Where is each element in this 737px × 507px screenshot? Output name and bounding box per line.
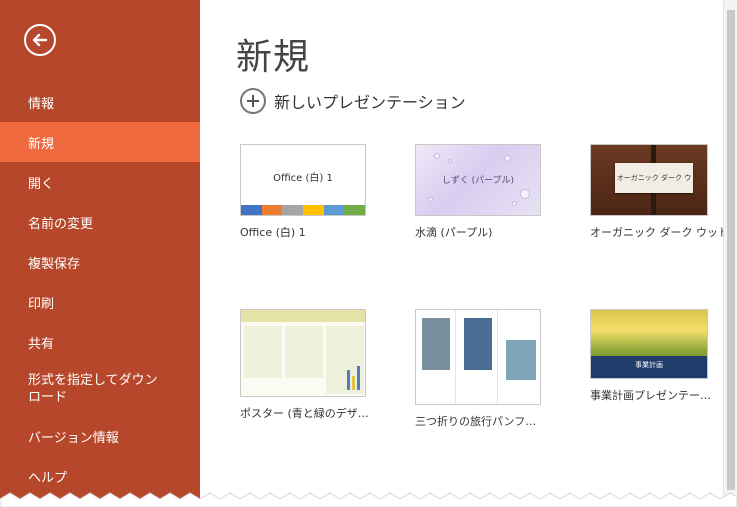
sidebar-item-label: 名前の変更 <box>28 216 94 232</box>
sidebar-item-open[interactable]: 開く <box>0 162 200 202</box>
plus-circle-icon <box>240 88 266 114</box>
template-poster[interactable]: ポスター (青と緑のデザ… <box>240 309 390 421</box>
template-droplet-purple[interactable]: しずく (パープル) 水滴 (パープル) <box>415 144 565 240</box>
template-name: 三つ折りの旅行パンフ… <box>415 415 537 428</box>
sidebar-item-label: 開く <box>28 176 55 192</box>
sidebar-item-label: 情報 <box>28 96 55 112</box>
new-presentation-button[interactable]: 新しいプレゼンテーション <box>240 88 466 114</box>
template-office-white[interactable]: Office (白) 1 Office (白) 1 <box>240 144 390 240</box>
sidebar-item-rename[interactable]: 名前の変更 <box>0 202 200 242</box>
sidebar-item-print[interactable]: 印刷 <box>0 282 200 322</box>
template-thumbnail: しずく (パープル) <box>415 144 541 216</box>
sidebar-item-label: 共有 <box>28 336 55 352</box>
template-thumbnail: Office (白) 1 <box>240 144 366 216</box>
template-name: ポスター (青と緑のデザ… <box>240 407 369 420</box>
torn-edge-decoration <box>0 492 737 507</box>
template-name: オーガニック ダーク ウッド <box>590 226 729 239</box>
back-button[interactable] <box>24 24 56 56</box>
template-organic-dark-wood[interactable]: オーガニック ダーク ウッド オーガニック ダーク ウッド <box>590 144 737 240</box>
thumbnail-title: 事業計画 <box>635 361 663 369</box>
page-title: 新規 <box>236 37 311 78</box>
sidebar-item-label: 複製保存 <box>28 256 81 272</box>
scrollbar[interactable] <box>723 0 737 507</box>
template-thumbnail: 事業計画 <box>590 309 708 379</box>
sidebar-item-label-line2: ロード <box>28 390 68 405</box>
sidebar-item-label: 形式を指定してダウン ロード <box>28 372 158 406</box>
thumbnail-title: Office (白) 1 <box>273 173 333 184</box>
thumbnail-title: しずく (パープル) <box>441 176 515 186</box>
template-name: Office (白) 1 <box>240 226 306 239</box>
color-stripes <box>241 205 365 215</box>
scrollbar-thumb[interactable] <box>727 10 735 490</box>
sidebar-item-version-info[interactable]: バージョン情報 <box>0 416 200 456</box>
template-name: 水滴 (パープル) <box>415 226 493 239</box>
template-business-plan[interactable]: 事業計画 事業計画プレゼンテー… <box>590 309 737 403</box>
template-thumbnail <box>240 309 366 397</box>
sidebar-item-new[interactable]: 新規 <box>0 122 200 162</box>
sidebar-item-info[interactable]: 情報 <box>0 82 200 122</box>
sidebar-item-label: ヘルプ <box>28 470 68 486</box>
main-content: 新規 新しいプレゼンテーション Office (白) 1 Office (白) … <box>200 0 737 507</box>
sidebar-item-label: バージョン情報 <box>28 430 119 446</box>
template-trifold-brochure[interactable]: 三つ折りの旅行パンフ… <box>415 309 565 429</box>
back-arrow-icon <box>32 33 48 47</box>
sidebar-item-save-copy[interactable]: 複製保存 <box>0 242 200 282</box>
sidebar-item-label-line1: 形式を指定してダウン <box>28 373 158 388</box>
sidebar-item-download-as[interactable]: 形式を指定してダウン ロード <box>0 362 200 416</box>
template-thumbnail <box>415 309 541 405</box>
thumbnail-title: オーガニック ダーク ウッド <box>616 174 692 212</box>
sidebar-item-help[interactable]: ヘルプ <box>0 456 200 496</box>
sidebar-item-label: 新規 <box>28 136 55 152</box>
sidebar-nav: 情報 新規 開く 名前の変更 複製保存 印刷 共有 形式を指定してダウン ロード… <box>0 82 200 496</box>
sidebar: 情報 新規 開く 名前の変更 複製保存 印刷 共有 形式を指定してダウン ロード… <box>0 0 200 507</box>
sidebar-item-label: 印刷 <box>28 296 55 312</box>
new-presentation-label: 新しいプレゼンテーション <box>274 93 466 112</box>
template-name: 事業計画プレゼンテー… <box>590 389 711 402</box>
sidebar-item-share[interactable]: 共有 <box>0 322 200 362</box>
template-thumbnail: オーガニック ダーク ウッド <box>590 144 708 216</box>
